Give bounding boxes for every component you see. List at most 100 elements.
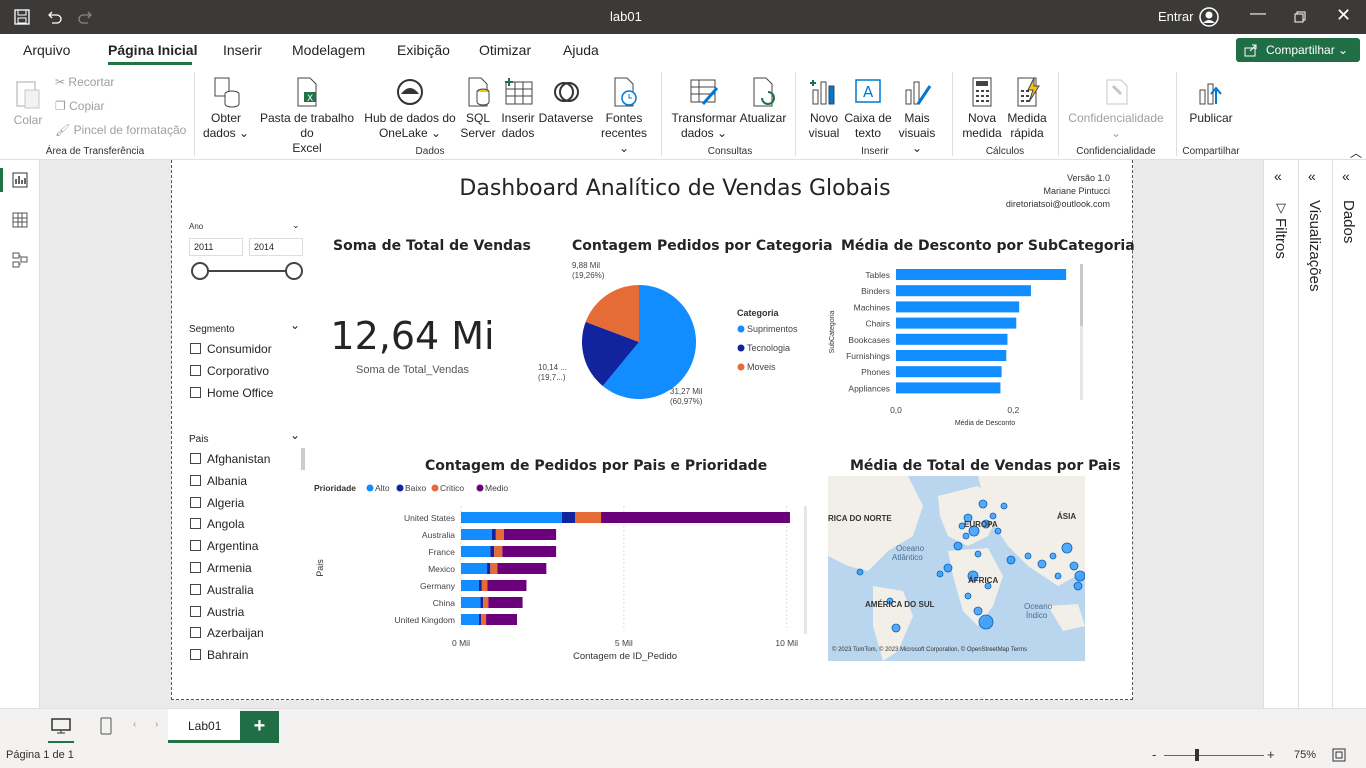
menu-ajuda[interactable]: Ajuda [563, 42, 599, 58]
stacked-segment[interactable] [497, 563, 547, 574]
year-slider-handle-end[interactable] [285, 262, 303, 280]
sensitivity-button[interactable]: Confidencialidade ⌄ [1064, 76, 1168, 141]
tab-lab01[interactable]: Lab01 [168, 709, 240, 743]
copy-button[interactable]: ❐ Copiar [55, 99, 104, 114]
visualizations-collapse-icon[interactable]: « [1308, 168, 1316, 184]
stacked-segment[interactable] [575, 512, 602, 523]
redo-icon[interactable] [78, 9, 94, 25]
stacked-segment[interactable] [495, 529, 504, 540]
publish-button[interactable]: Publicar [1186, 76, 1236, 126]
stacked-segment[interactable] [486, 614, 518, 625]
stacked-segment[interactable] [461, 546, 491, 557]
stacked-segment[interactable] [481, 580, 488, 591]
zoom-out-button[interactable]: - [1152, 747, 1156, 762]
bar-furnishings[interactable] [896, 350, 1007, 361]
format-painter-button[interactable]: 🖌 Pincel de formatação [55, 123, 186, 138]
zoom-slider-track[interactable] [1164, 755, 1264, 756]
segment-option-consumidor[interactable]: Consumidor [190, 342, 272, 356]
fit-to-page-icon[interactable] [1332, 748, 1346, 762]
country-option[interactable]: Australia [190, 583, 254, 597]
new-visual-button[interactable]: Novo visual [804, 76, 844, 141]
country-option[interactable]: Azerbaijan [190, 626, 264, 640]
country-option[interactable]: Afghanistan [190, 452, 270, 466]
bar-appliances[interactable] [896, 382, 1001, 394]
stacked-legend-item[interactable]: Alto [375, 483, 390, 493]
desktop-layout-icon[interactable] [51, 718, 71, 734]
stacked-segment[interactable] [461, 597, 481, 608]
more-visuals-button[interactable]: Mais visuais ⌄ [892, 76, 942, 156]
stacked-segment[interactable] [601, 512, 790, 523]
signin-button[interactable]: Entrar [1158, 9, 1193, 24]
year-slicer-chevron-icon[interactable]: ⌄ [292, 220, 300, 231]
add-page-button[interactable]: + [240, 711, 279, 743]
prev-page-icon[interactable]: ‹ [133, 719, 136, 730]
stacked-segment[interactable] [502, 546, 557, 557]
pie-legend-item[interactable]: Suprimentos [747, 324, 798, 334]
country-option[interactable]: Austria [190, 605, 244, 619]
sql-server-button[interactable]: SQL Server [460, 76, 496, 141]
refresh-button[interactable]: Atualizar [738, 76, 788, 126]
get-data-button[interactable]: Obter dados ⌄ [200, 76, 252, 141]
close-icon[interactable]: ✕ [1336, 5, 1351, 26]
stacked-segment[interactable] [490, 546, 495, 557]
stacked-segment[interactable] [461, 580, 479, 591]
menu-inserir[interactable]: Inserir [223, 42, 262, 58]
country-option[interactable]: Argentina [190, 539, 258, 553]
new-measure-button[interactable]: Nova medida [960, 76, 1004, 141]
stacked-segment[interactable] [491, 529, 496, 540]
recent-sources-button[interactable]: Fontes recentes ⌄ [598, 76, 650, 156]
bar-tables[interactable] [896, 269, 1067, 280]
bar-machines[interactable] [896, 301, 1020, 313]
quick-measure-button[interactable]: Medida rápida [1005, 76, 1049, 141]
menu-exibicao[interactable]: Exibição [397, 42, 450, 58]
segment-slicer-chevron-icon[interactable]: ⌄ [290, 318, 300, 332]
pie-legend-item[interactable]: Tecnologia [747, 343, 790, 353]
bar-bookcases[interactable] [896, 333, 1008, 345]
stacked-segment[interactable] [461, 563, 488, 574]
transform-data-button[interactable]: Transformar dados ⌄ [670, 76, 738, 141]
menu-arquivo[interactable]: Arquivo [23, 42, 70, 58]
year-from-input[interactable]: 2011 [189, 238, 243, 256]
stacked-segment[interactable] [478, 614, 482, 625]
segment-option-home-office[interactable]: Home Office [190, 386, 273, 400]
user-icon[interactable] [1199, 7, 1219, 27]
year-slider-handle-start[interactable] [191, 262, 209, 280]
menu-pagina-inicial[interactable]: Página Inicial [108, 42, 197, 58]
stacked-segment[interactable] [461, 529, 492, 540]
bar-chairs[interactable] [896, 317, 1017, 329]
stacked-segment[interactable] [481, 614, 487, 625]
stacked-scroll-track[interactable] [804, 506, 807, 634]
zoom-slider-handle[interactable] [1195, 749, 1199, 761]
stacked-segment[interactable] [490, 563, 498, 574]
stacked-legend-item[interactable]: Baixo [405, 483, 427, 493]
save-icon[interactable] [14, 9, 30, 25]
cut-button[interactable]: ✂ Recortar [55, 75, 114, 90]
excel-button[interactable]: X Pasta de trabalho do Excel [252, 76, 362, 156]
data-collapse-icon[interactable]: « [1342, 168, 1350, 184]
paste-button[interactable]: Colar [10, 78, 46, 128]
table-view-icon[interactable] [12, 212, 28, 228]
enter-data-button[interactable]: Inserir dados [498, 76, 538, 141]
model-view-icon[interactable] [12, 252, 28, 268]
bar-binders[interactable] [896, 285, 1031, 297]
pie-legend-item[interactable]: Moveis [747, 362, 776, 372]
stacked-segment[interactable] [487, 563, 491, 574]
restore-icon[interactable] [1294, 11, 1306, 23]
report-view-icon[interactable] [12, 172, 28, 188]
minimize-icon[interactable]: — [1250, 5, 1266, 23]
filters-pane[interactable]: « ▽ Filtros [1263, 160, 1298, 708]
stacked-segment[interactable] [503, 529, 557, 540]
stacked-legend-item[interactable]: Critico [440, 483, 464, 493]
stacked-segment[interactable] [461, 614, 479, 625]
stacked-segment[interactable] [561, 512, 575, 523]
textbox-button[interactable]: A Caixa de texto [844, 76, 892, 141]
undo-icon[interactable] [46, 9, 62, 25]
stacked-segment[interactable] [488, 597, 523, 608]
country-scrollbar[interactable] [301, 448, 305, 470]
next-page-icon[interactable]: › [155, 719, 158, 730]
country-option[interactable]: Albania [190, 474, 247, 488]
bar-scroll-thumb[interactable] [1080, 264, 1083, 326]
filters-collapse-icon[interactable]: « [1274, 168, 1282, 184]
map-visual[interactable]: RICA DO NORTE EUROPA ÁSIA Oceano Atlânti… [828, 476, 1085, 661]
zoom-in-button[interactable]: + [1267, 747, 1275, 762]
